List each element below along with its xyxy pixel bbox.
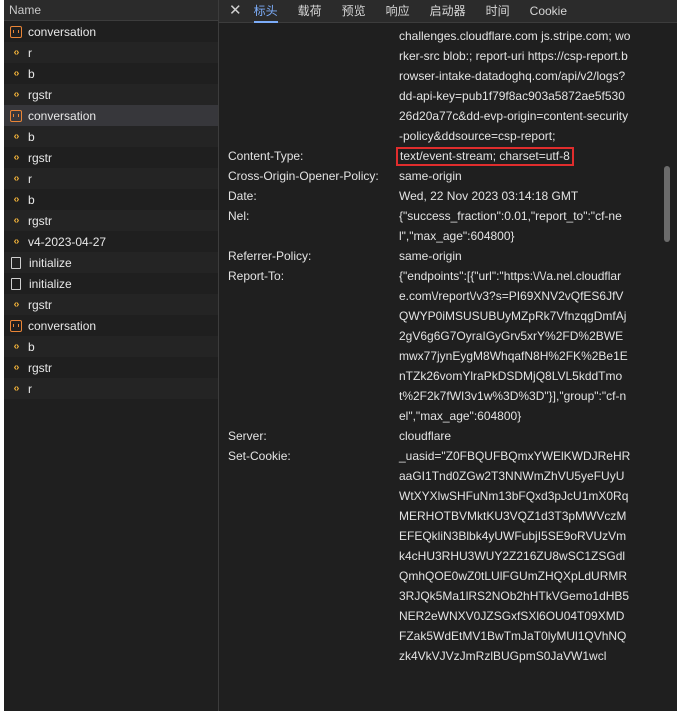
header-row: Report-To: {"endpoints":[{"url":"https:\/… bbox=[228, 266, 658, 426]
request-name: conversation bbox=[28, 24, 97, 39]
request-row[interactable]: ‹› rgstr bbox=[4, 357, 218, 378]
request-row[interactable]: ‹› b bbox=[4, 336, 218, 357]
request-row[interactable]: ‹› b bbox=[4, 126, 218, 147]
header-row: Date: Wed, 22 Nov 2023 03:14:18 GMT bbox=[228, 186, 658, 206]
tab-2[interactable]: 预览 bbox=[342, 0, 366, 23]
script-icon: ‹› bbox=[13, 215, 20, 226]
script-icon: ‹› bbox=[13, 173, 20, 184]
header-row: Server: cloudflare bbox=[228, 426, 658, 446]
script-icon: ‹› bbox=[13, 131, 20, 142]
fetch-xhr-icon bbox=[10, 319, 22, 332]
request-name: rgstr bbox=[28, 297, 52, 312]
request-name: initialize bbox=[29, 276, 72, 291]
request-name: conversation bbox=[28, 108, 97, 123]
tab-3[interactable]: 响应 bbox=[386, 0, 410, 23]
header-value: same-origin bbox=[399, 249, 462, 263]
header-value: same-origin bbox=[399, 169, 462, 183]
header-value: cloudflare bbox=[399, 429, 452, 443]
header-name: Server: bbox=[228, 429, 267, 443]
tab-1[interactable]: 载荷 bbox=[298, 0, 322, 23]
fetch-xhr-icon bbox=[10, 25, 22, 38]
header-name: Content-Type: bbox=[228, 149, 304, 163]
request-name: b bbox=[28, 66, 35, 81]
header-row: Referrer-Policy: same-origin bbox=[228, 246, 658, 266]
request-row[interactable]: initialize bbox=[4, 252, 218, 273]
request-name: initialize bbox=[29, 255, 72, 270]
header-row: Content-Type: text/event-stream; charset=… bbox=[228, 146, 658, 166]
tab-0[interactable]: 标头 bbox=[253, 0, 278, 23]
fetch-xhr-icon bbox=[10, 109, 22, 122]
request-row[interactable]: ‹› b bbox=[4, 63, 218, 84]
highlight-box: text/event-stream; charset=utf-8 bbox=[396, 147, 574, 166]
header-value: challenges.cloudflare.com js.stripe.com;… bbox=[399, 29, 631, 143]
request-row[interactable]: ‹› r bbox=[4, 378, 218, 399]
request-list: Name conversation ‹› r ‹› b ‹› rgstr conversati… bbox=[4, 0, 219, 711]
request-name: r bbox=[28, 381, 32, 396]
request-row[interactable]: initialize bbox=[4, 273, 218, 294]
header-name: Report-To: bbox=[228, 269, 285, 283]
header-row: Nel: {"success_fraction":0.01,"report_to"… bbox=[228, 206, 658, 246]
headers-panel: ✕ 标头 载荷 预览 响应 启动器 时间 Cookie challenges.cloudfl… bbox=[219, 0, 677, 711]
request-name: rgstr bbox=[28, 150, 52, 165]
header-name: Referrer-Policy: bbox=[228, 249, 312, 263]
request-name: b bbox=[28, 339, 35, 354]
request-name: r bbox=[28, 45, 32, 60]
request-name: r bbox=[28, 171, 32, 186]
request-row[interactable]: ‹› r bbox=[4, 168, 218, 189]
request-name: v4-2023-04-27 bbox=[28, 234, 107, 249]
document-icon bbox=[11, 277, 21, 290]
tab-5[interactable]: 时间 bbox=[486, 0, 510, 23]
request-name: rgstr bbox=[28, 87, 52, 102]
request-rows: conversation ‹› r ‹› b ‹› rgstr conversation ‹› b… bbox=[4, 21, 218, 399]
name-column-header[interactable]: Name bbox=[4, 0, 218, 21]
script-icon: ‹› bbox=[13, 383, 20, 394]
request-row[interactable]: ‹› b bbox=[4, 189, 218, 210]
script-icon: ‹› bbox=[13, 299, 20, 310]
header-value: Wed, 22 Nov 2023 03:14:18 GMT bbox=[399, 189, 579, 203]
header-value: {"endpoints":[{"url":"https:\/\/a.nel.cl… bbox=[399, 269, 628, 423]
request-row[interactable]: ‹› r bbox=[4, 42, 218, 63]
script-icon: ‹› bbox=[13, 68, 20, 79]
request-name: b bbox=[28, 192, 35, 207]
header-name: Nel: bbox=[228, 209, 250, 223]
script-icon: ‹› bbox=[13, 341, 20, 352]
header-row: challenges.cloudflare.com js.stripe.com;… bbox=[228, 26, 658, 146]
script-icon: ‹› bbox=[13, 362, 20, 373]
document-icon bbox=[11, 256, 21, 269]
request-row[interactable]: conversation bbox=[4, 21, 218, 42]
devtools-network-panel: Name conversation ‹› r ‹› b ‹› rgstr conversati… bbox=[4, 0, 677, 711]
script-icon: ‹› bbox=[13, 47, 20, 58]
request-name: b bbox=[28, 129, 35, 144]
header-row: Cross-Origin-Opener-Policy: same-origin bbox=[228, 166, 658, 186]
header-name: Cross-Origin-Opener-Policy: bbox=[228, 169, 379, 183]
tab-6[interactable]: Cookie bbox=[530, 0, 567, 23]
request-row[interactable]: conversation bbox=[4, 105, 218, 126]
request-row[interactable]: conversation bbox=[4, 315, 218, 336]
script-icon: ‹› bbox=[13, 152, 20, 163]
request-row[interactable]: ‹› rgstr bbox=[4, 294, 218, 315]
header-value: text/event-stream; charset=utf-8 bbox=[396, 146, 631, 166]
script-icon: ‹› bbox=[13, 194, 20, 205]
header-row: Set-Cookie: _uasid="Z0FBQUFBQmxYWElKWDJRe… bbox=[228, 446, 658, 666]
request-name: conversation bbox=[28, 318, 97, 333]
header-name: Set-Cookie: bbox=[228, 449, 291, 463]
request-row[interactable]: ‹› rgstr bbox=[4, 210, 218, 231]
request-row[interactable]: ‹› rgstr bbox=[4, 147, 218, 168]
response-headers-list: challenges.cloudflare.com js.stripe.com;… bbox=[228, 26, 658, 666]
script-icon: ‹› bbox=[13, 236, 20, 247]
request-row[interactable]: ‹› v4-2023-04-27 bbox=[4, 231, 218, 252]
header-value: {"success_fraction":0.01,"report_to":"cf… bbox=[399, 209, 622, 243]
script-icon: ‹› bbox=[13, 89, 20, 100]
request-name: rgstr bbox=[28, 360, 52, 375]
request-name: rgstr bbox=[28, 213, 52, 228]
request-row[interactable]: ‹› rgstr bbox=[4, 84, 218, 105]
header-value: _uasid="Z0FBQUFBQmxYWElKWDJReHRaaGI1Tnd0… bbox=[399, 449, 631, 663]
header-name: Date: bbox=[228, 189, 257, 203]
tab-4[interactable]: 启动器 bbox=[430, 0, 466, 23]
scrollbar-thumb[interactable] bbox=[664, 166, 670, 242]
close-icon[interactable]: ✕ bbox=[229, 1, 242, 21]
detail-tabs: ✕ 标头 载荷 预览 响应 启动器 时间 Cookie bbox=[219, 0, 677, 23]
